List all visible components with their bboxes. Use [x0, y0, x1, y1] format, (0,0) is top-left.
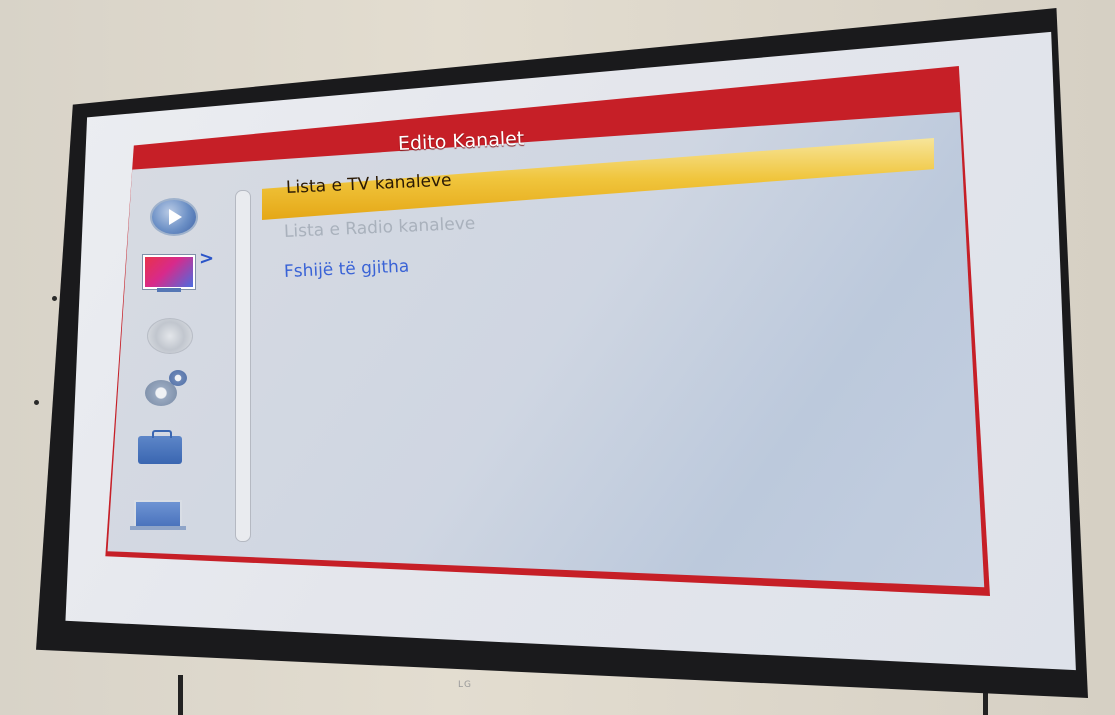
- sidebar-scrollbar[interactable]: [235, 189, 251, 543]
- wall-dot: [52, 296, 57, 301]
- play-icon[interactable]: [150, 198, 198, 236]
- tv-brand-logo: LG: [458, 680, 472, 690]
- briefcase-icon[interactable]: [138, 430, 182, 464]
- gear-small: [169, 370, 187, 386]
- chevron-right-icon: >: [199, 248, 215, 269]
- gear-icon[interactable]: [145, 368, 191, 408]
- tv-stand-leg: [178, 675, 183, 715]
- laptop-icon[interactable]: [130, 500, 186, 530]
- disc-icon[interactable]: [147, 318, 193, 354]
- tv-icon-base: [157, 288, 181, 292]
- tv-icon-screen: [143, 255, 195, 289]
- tv-icon[interactable]: [143, 255, 195, 292]
- wall-dot: [34, 400, 39, 405]
